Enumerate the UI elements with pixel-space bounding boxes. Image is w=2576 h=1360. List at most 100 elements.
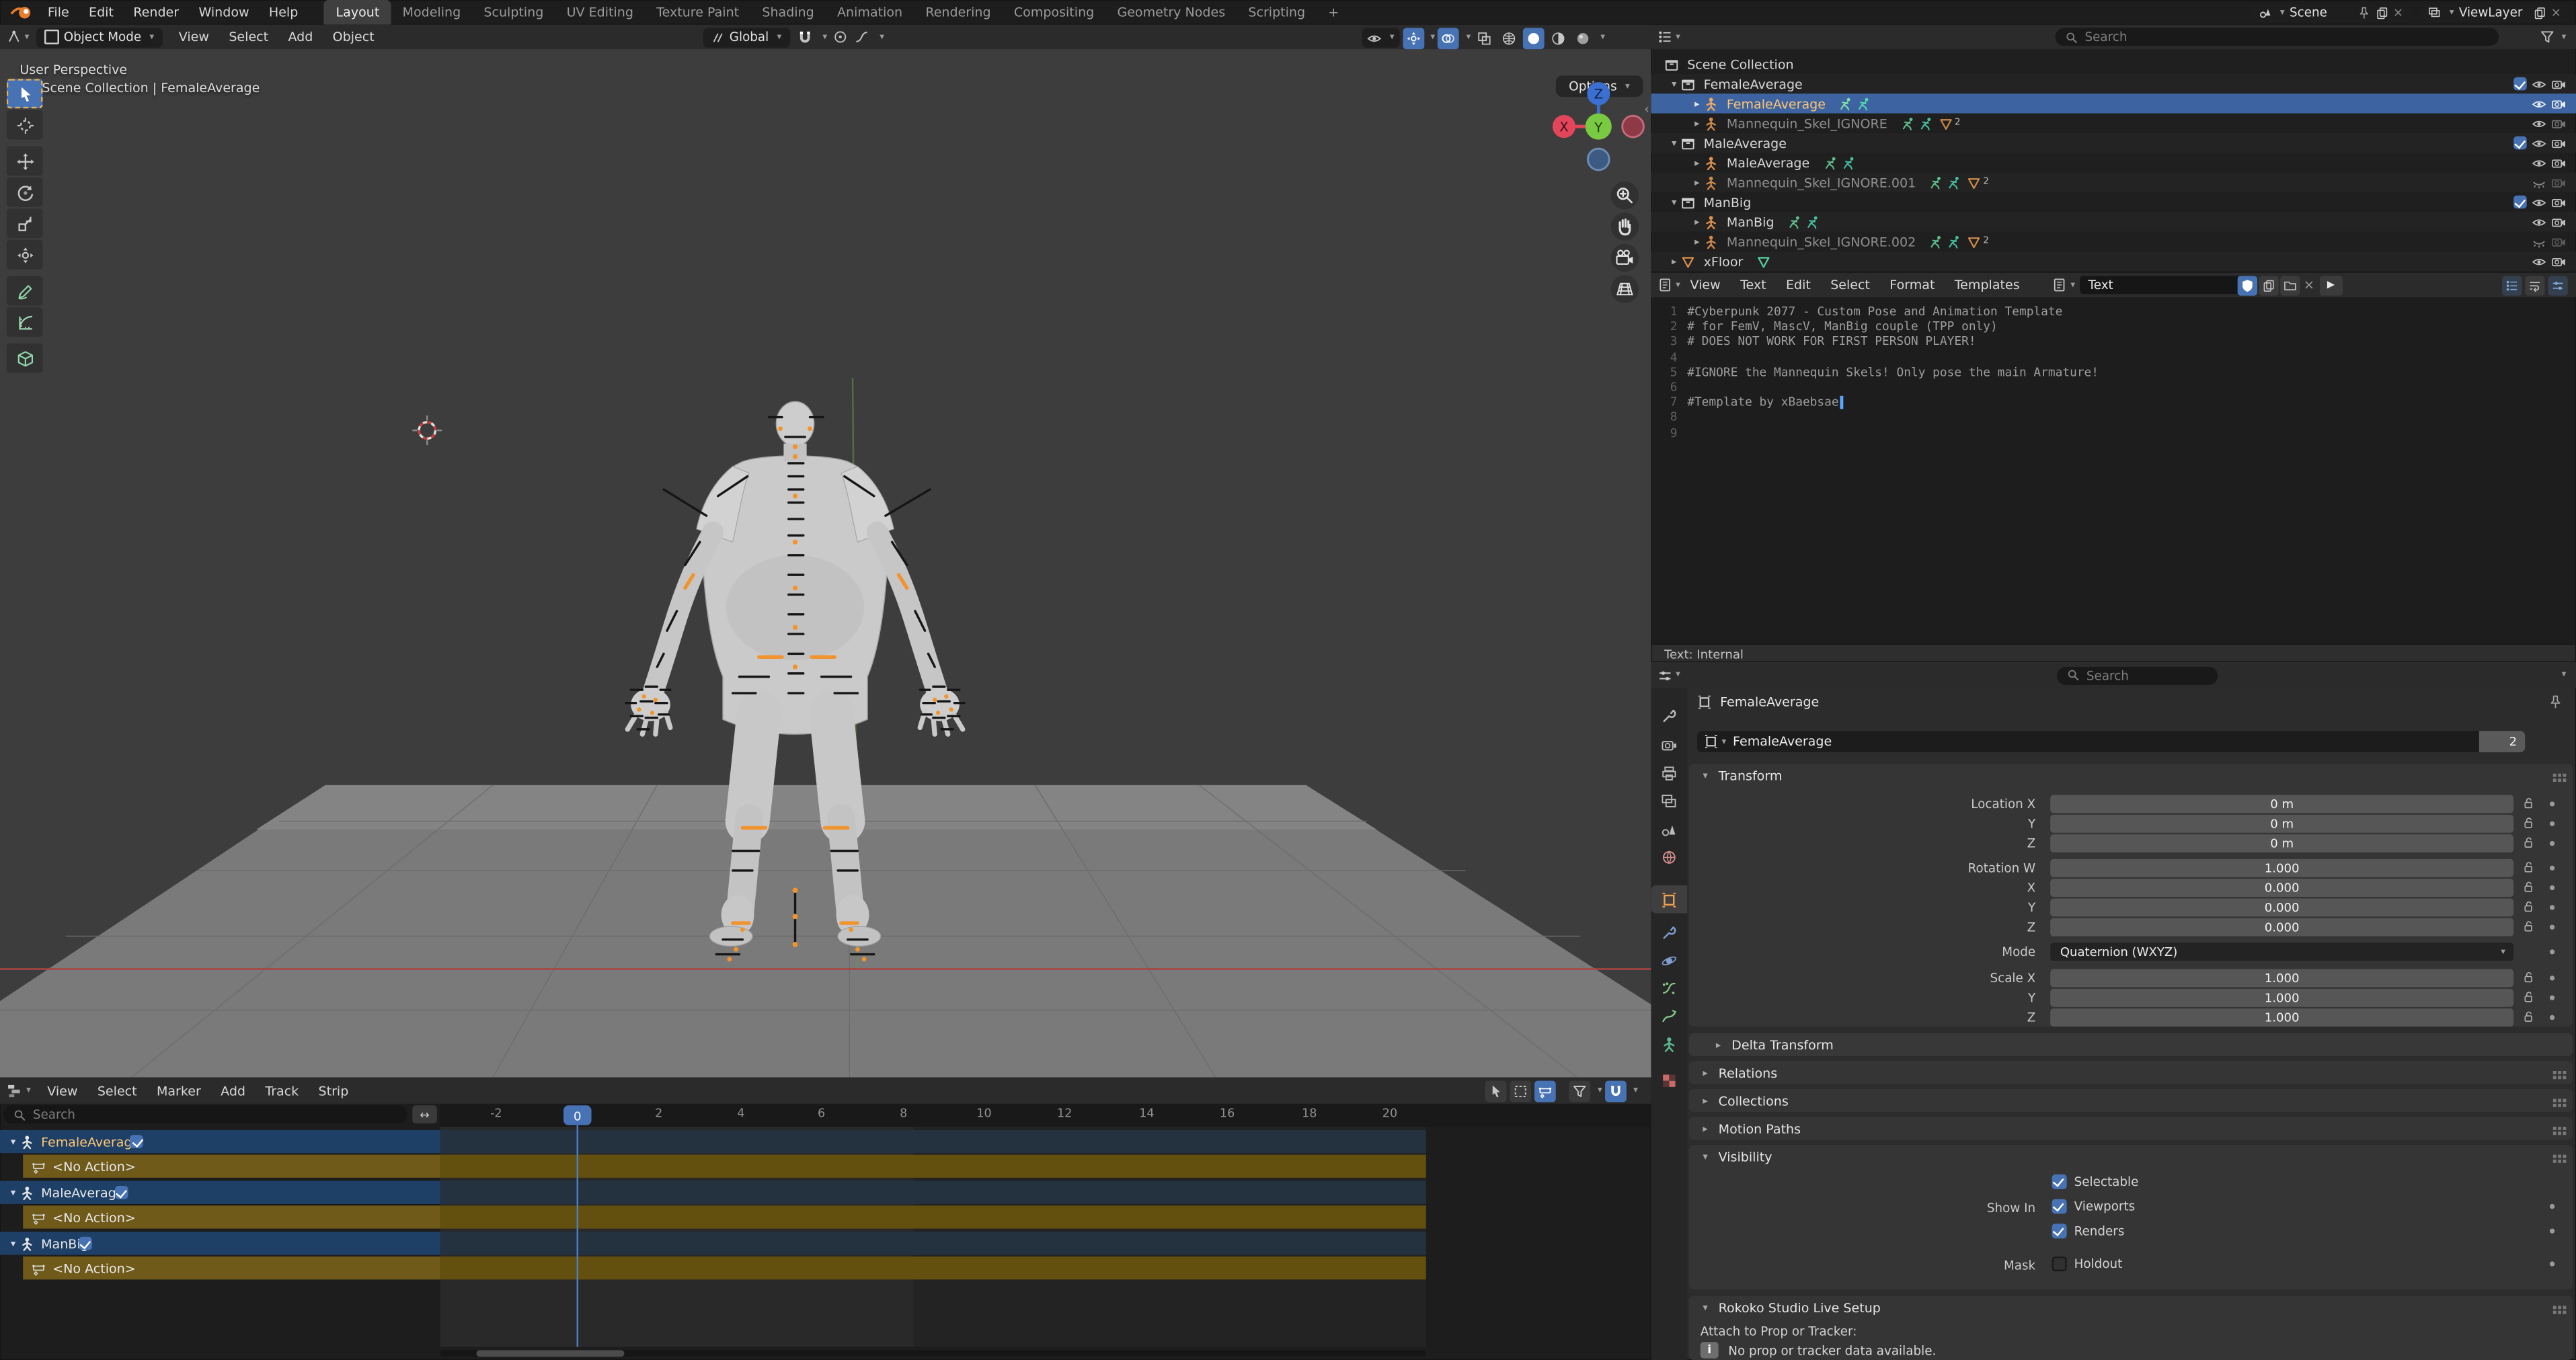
nla-menu-strip[interactable]: Strip <box>309 1083 358 1098</box>
nla-search-input[interactable]: Search <box>3 1105 407 1123</box>
expand-icon[interactable]: ▾ <box>1668 78 1681 89</box>
tab-render[interactable] <box>1651 731 1687 759</box>
outliner-search-input[interactable]: Search <box>2056 28 2499 46</box>
nla-menu-marker[interactable]: Marker <box>147 1083 210 1098</box>
animate-dot[interactable] <box>2550 822 2554 826</box>
rotation-y-field[interactable]: 0.000 <box>2050 898 2513 916</box>
nla-tweak-tool-button[interactable] <box>1486 1080 1508 1101</box>
outliner-row-object-mannequin-skel-001[interactable]: ▸ Mannequin_Skel_IGNORE.001 2 <box>1651 173 2576 192</box>
tab-tool[interactable] <box>1651 701 1687 729</box>
panel-grip[interactable] <box>2553 1306 2557 1309</box>
disable-render-camera-icon[interactable] <box>2551 77 2566 91</box>
holdout-checkbox[interactable] <box>2052 1257 2066 1271</box>
animate-dot[interactable] <box>2550 885 2554 890</box>
outliner-row-object-femaleaverage[interactable]: ▸ FemaleAverage <box>1651 93 2576 113</box>
chevron-down-icon[interactable]: ▾ <box>1633 1086 1638 1096</box>
rotation-mode-dropdown[interactable]: Quaternion (WXYZ) ▾ <box>2050 943 2513 961</box>
tab-animation[interactable]: Animation <box>826 0 914 25</box>
location-z-field[interactable]: 0 m <box>2050 834 2513 852</box>
chevron-down-icon[interactable]: ▾ <box>2562 32 2567 42</box>
lock-icon[interactable] <box>2522 861 2535 874</box>
hide-eye-icon[interactable] <box>2532 116 2546 130</box>
disable-render-camera-icon[interactable] <box>2551 214 2566 229</box>
run-script-button[interactable]: ▶ <box>2319 275 2342 294</box>
tool-scale[interactable] <box>7 208 43 238</box>
lock-icon[interactable] <box>2522 797 2535 810</box>
tab-object-data[interactable] <box>1651 1030 1687 1058</box>
chevron-down-icon[interactable]: ▾ <box>822 32 827 42</box>
text-menu-edit[interactable]: Edit <box>1776 278 1820 292</box>
shading-wireframe-button[interactable] <box>1499 27 1520 48</box>
tool-cursor[interactable] <box>7 110 43 140</box>
tab-rendering[interactable]: Rendering <box>914 0 1003 25</box>
line-numbers-toggle[interactable] <box>2502 275 2522 294</box>
viewlayer-selector[interactable]: ▾ ViewLayer × <box>2420 3 2569 22</box>
chevron-down-icon[interactable]: ▾ <box>1600 33 1605 43</box>
viewport-menu-add[interactable]: Add <box>278 30 323 44</box>
properties-search-input[interactable]: Search <box>2057 666 2218 684</box>
chevron-down-icon[interactable]: ▾ <box>1598 1086 1602 1096</box>
viewport-menu-select[interactable]: Select <box>219 30 278 44</box>
nla-menu-track[interactable]: Track <box>256 1083 309 1098</box>
tab-geometry-nodes[interactable]: Geometry Nodes <box>1105 0 1237 25</box>
tab-texture-paint[interactable]: Texture Paint <box>645 0 750 25</box>
rotation-z-field[interactable]: 0.000 <box>2050 918 2513 936</box>
word-wrap-toggle[interactable] <box>2525 275 2544 294</box>
mode-selector[interactable]: Object Mode▾ <box>36 27 162 46</box>
nla-h-scrollbar[interactable] <box>440 1350 1426 1357</box>
current-frame-indicator[interactable]: 0 <box>563 1105 592 1125</box>
text-menu-view[interactable]: View <box>1680 278 1731 292</box>
expand-icon[interactable]: ▸ <box>1668 255 1681 267</box>
lock-icon[interactable] <box>2522 881 2535 894</box>
show-gizmo-toggle[interactable] <box>1403 27 1424 48</box>
tab-sculpting[interactable]: Sculpting <box>472 0 555 25</box>
hide-eye-icon[interactable] <box>2532 253 2546 268</box>
chevron-down-icon[interactable]: ▾ <box>2562 670 2567 680</box>
animate-dot[interactable] <box>2550 905 2554 910</box>
expand-icon[interactable]: ▾ <box>7 1136 20 1148</box>
outliner-row-object-mannequin-skel-002[interactable]: ▸ Mannequin_Skel_IGNORE.002 2 <box>1651 231 2576 251</box>
nla-menu-add[interactable]: Add <box>210 1083 255 1098</box>
nla-action-track-femaleaverage[interactable]: <No Action> <box>23 1155 440 1178</box>
expand-icon[interactable]: ▸ <box>1690 177 1704 188</box>
hide-eye-icon[interactable] <box>2532 77 2546 91</box>
disable-render-camera-icon[interactable] <box>2551 116 2566 130</box>
tab-texture[interactable] <box>1651 1066 1687 1094</box>
hide-eye-icon[interactable] <box>2532 96 2546 111</box>
viewport-menu-view[interactable]: View <box>169 30 219 44</box>
scale-x-field[interactable]: 1.000 <box>2050 969 2513 987</box>
nla-menu-view[interactable]: View <box>38 1083 88 1098</box>
nla-action-track-manbig[interactable]: <No Action> <box>23 1256 440 1279</box>
disable-render-camera-icon[interactable] <box>2551 96 2566 111</box>
collection-checkbox[interactable] <box>2513 195 2527 208</box>
editor-type-outliner-icon[interactable] <box>1657 30 1672 44</box>
editor-type-3d-viewport-icon[interactable] <box>7 30 22 44</box>
tab-scripting[interactable]: Scripting <box>1237 0 1317 25</box>
syntax-highlight-toggle[interactable] <box>2548 275 2567 294</box>
navigation-gizmo[interactable]: Z X Y <box>1528 66 1651 312</box>
nla-menu-select[interactable]: Select <box>87 1083 147 1098</box>
tab-particles[interactable] <box>1651 974 1687 1002</box>
outliner-row-collection-manbig[interactable]: ▾ ManBig <box>1651 192 2576 212</box>
chevron-down-icon[interactable]: ▾ <box>1467 33 1471 43</box>
expand-icon[interactable]: ▾ <box>7 1238 20 1249</box>
outliner-row-object-manbig[interactable]: ▸ ManBig <box>1651 212 2576 231</box>
tab-layout[interactable]: Layout <box>324 0 391 25</box>
new-scene-icon[interactable] <box>2375 6 2388 19</box>
animate-dot[interactable] <box>2550 1204 2554 1209</box>
editor-type-text-icon[interactable] <box>1657 278 1672 292</box>
text-modified-shield-icon[interactable] <box>2238 275 2257 294</box>
menu-edit[interactable]: Edit <box>79 5 123 19</box>
tool-rotate[interactable] <box>7 177 43 207</box>
scene-selector[interactable]: ▾ Scene × <box>2251 3 2412 22</box>
nla-strip-markers-toggle[interactable] <box>1535 1080 1557 1101</box>
nla-snap-magnet-toggle[interactable] <box>1606 1080 1627 1101</box>
expand-icon[interactable]: ▸ <box>1690 157 1704 168</box>
nla-channel-maleaverage[interactable]: ▾ MaleAverage <box>0 1181 440 1204</box>
outliner-row-object-mannequin-skel[interactable]: ▸ Mannequin_Skel_IGNORE 2 <box>1651 114 2576 133</box>
location-x-field[interactable]: 0 m <box>2050 795 2513 813</box>
unlink-text-icon[interactable]: × <box>2304 278 2314 292</box>
animate-dot[interactable] <box>2550 925 2554 930</box>
tab-physics[interactable] <box>1651 946 1687 974</box>
xray-toggle[interactable] <box>1474 27 1495 48</box>
